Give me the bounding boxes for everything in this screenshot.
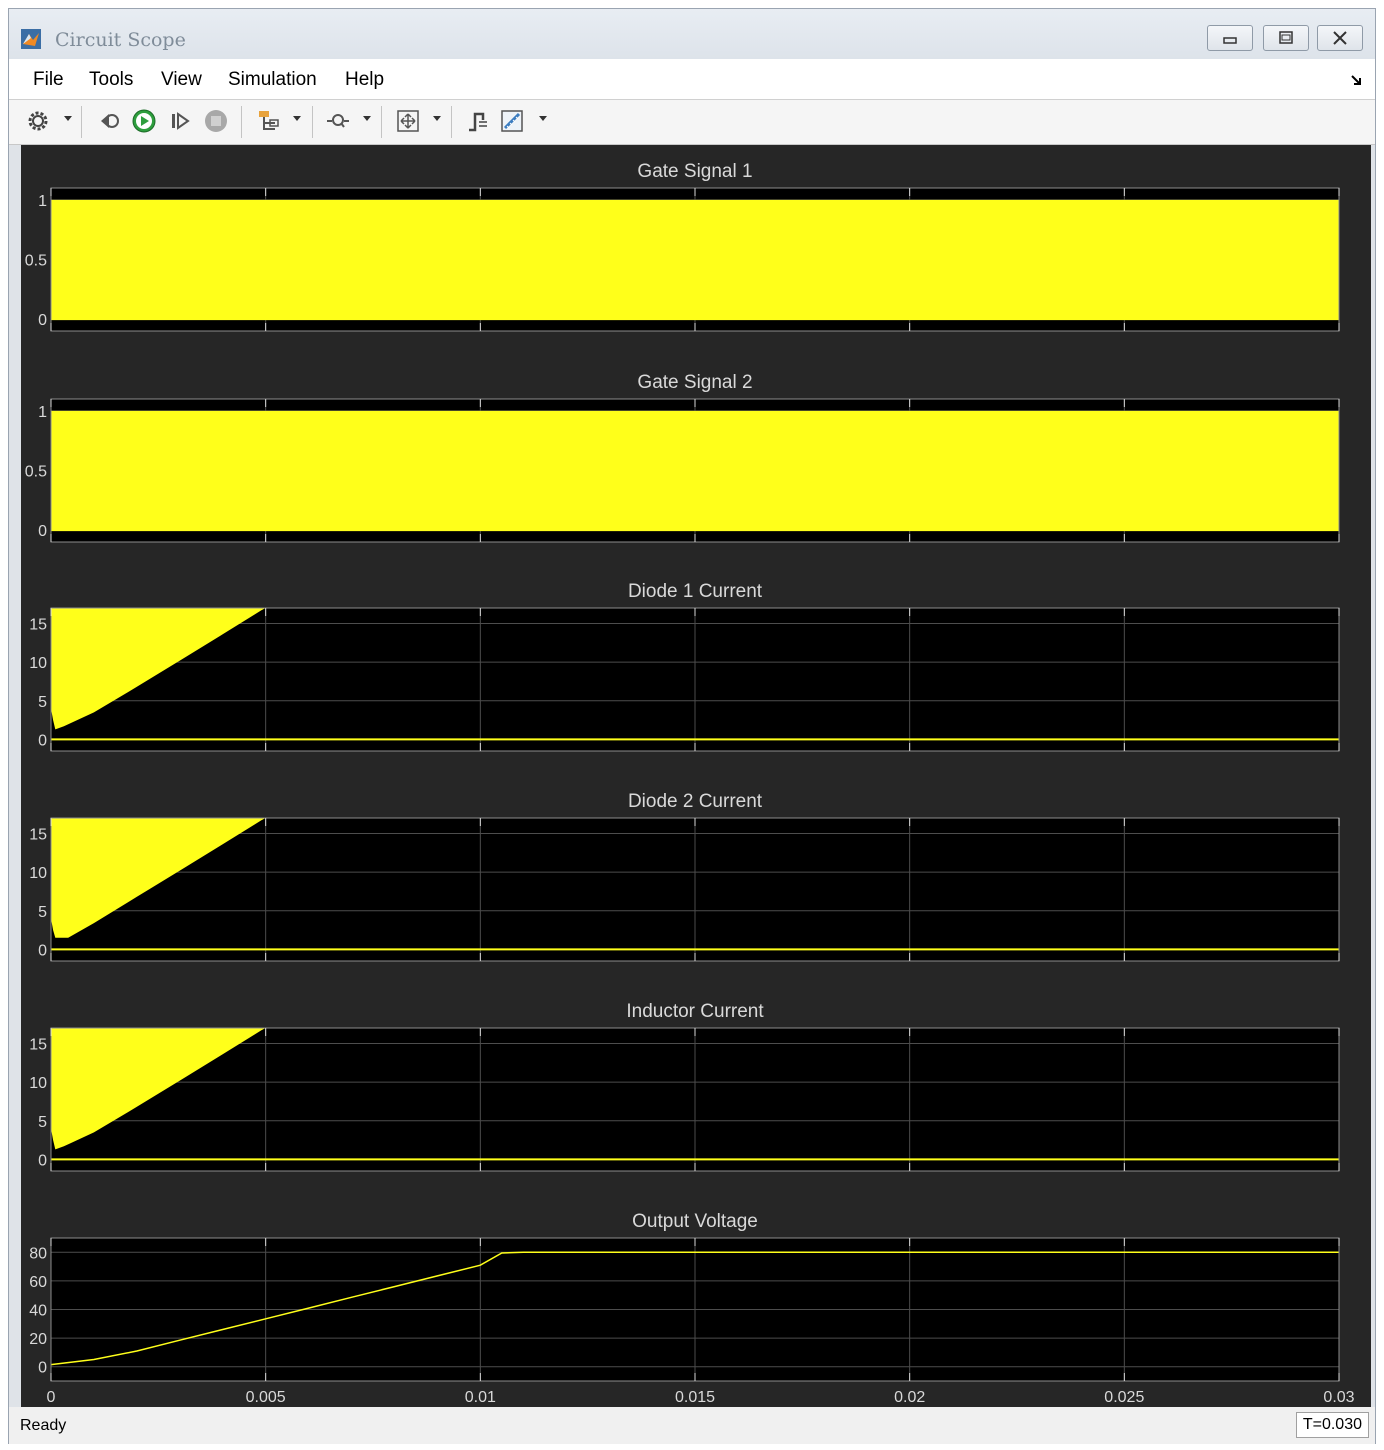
plot-4-ytick-label: 15 [29, 826, 47, 843]
plot-4-ytick-label: 5 [38, 904, 47, 921]
plot-6-xtick-label: 0.015 [675, 1389, 715, 1406]
plot-1-ytick-label: 0.5 [25, 253, 47, 270]
plot-1-series-1-band [51, 199, 1339, 320]
plot-5: Inductor Current 0 5 10 15 [29, 1001, 1340, 1172]
plot-2: Gate Signal 2 0 0.5 1 [25, 372, 1340, 543]
plot-4-title: Diode 2 Current [628, 791, 763, 812]
measurements-icon[interactable] [499, 108, 525, 134]
status-text: Ready [20, 1417, 67, 1434]
minimize-icon [1223, 37, 1237, 44]
plot-6-ytick-label: 0 [38, 1360, 47, 1377]
plot-5-title: Inductor Current [626, 1001, 764, 1022]
plot-1: Gate Signal 1 0 0.5 1 [25, 161, 1340, 332]
plot-2-series-1-band [51, 410, 1339, 531]
toolbar [9, 100, 1375, 145]
simulation-time-readout: T=0.030 [1295, 1412, 1369, 1438]
status-bar: Ready T=0.030 [9, 1407, 1375, 1444]
gear-dropdown-arrow[interactable] [64, 116, 72, 121]
plot-3-ytick-label: 0 [38, 732, 47, 749]
stop-icon[interactable] [203, 108, 229, 134]
plot-5-ytick-label: 0 [38, 1152, 47, 1169]
plot-3: Diode 1 Current 0 5 10 15 [29, 581, 1340, 752]
plot-6-ytick-label: 20 [29, 1331, 47, 1348]
plot-6-xtick-label: 0.03 [1323, 1389, 1354, 1406]
signal-select-icon[interactable] [255, 108, 281, 134]
plot-6-title: Output Voltage [632, 1211, 758, 1232]
plot-6-xtick-label: 0.02 [894, 1389, 925, 1406]
menu-file[interactable]: File [33, 69, 64, 91]
matlab-app-icon [21, 29, 41, 49]
close-icon [1333, 31, 1347, 45]
plot-6-xtick-label: 0 [47, 1389, 56, 1406]
maximize-icon [1279, 31, 1293, 44]
plot-3-title: Diode 1 Current [628, 581, 763, 602]
run-icon[interactable] [131, 108, 157, 134]
plot-2-ytick-label: 0 [38, 523, 47, 540]
scope-display: Gate Signal 1 0 0.5 1 Gate Signal 2 0 0.5 1 Diod… [21, 145, 1371, 1407]
plot-1-title: Gate Signal 1 [637, 161, 752, 182]
plot-2-title: Gate Signal 2 [637, 372, 752, 393]
plot-4-ytick-label: 0 [38, 942, 47, 959]
menu-simulation[interactable]: Simulation [228, 69, 317, 91]
plot-1-ytick-label: 0 [38, 312, 47, 329]
plot-3-ytick-label: 10 [29, 655, 47, 672]
maximize-button[interactable] [1263, 25, 1309, 51]
toolbar-separator [312, 106, 313, 138]
plot-6-ytick-label: 80 [29, 1245, 47, 1262]
toolbar-separator [81, 106, 82, 138]
undock-arrow-icon[interactable] [1349, 73, 1363, 87]
step-back-icon[interactable] [95, 108, 121, 134]
autoscale-dropdown[interactable] [433, 116, 441, 121]
toolbar-separator [451, 106, 452, 138]
plot-3-ytick-label: 5 [38, 694, 47, 711]
plot-6-xtick-label: 0.005 [246, 1389, 286, 1406]
scope-axes[interactable]: Gate Signal 1 0 0.5 1 Gate Signal 2 0 0.5 1 Diod… [21, 145, 1371, 1407]
plot-6: Output Voltage 0 20 40 60 80 0 0.005 0.01 0.015 0.… [29, 1211, 1354, 1406]
plot-5-ytick-label: 5 [38, 1114, 47, 1131]
plot-6-xtick-label: 0.025 [1104, 1389, 1144, 1406]
autoscale-icon[interactable] [395, 108, 421, 134]
plot-4-ytick-label: 10 [29, 865, 47, 882]
gear-icon[interactable] [25, 108, 51, 134]
menu-bar: File Tools View Simulation Help [9, 59, 1375, 100]
signal-select-dropdown[interactable] [293, 116, 301, 121]
plot-6-ytick-label: 40 [29, 1303, 47, 1320]
plot-2-ytick-label: 0.5 [25, 464, 47, 481]
zoom-icon[interactable] [325, 108, 351, 134]
menu-tools[interactable]: Tools [89, 69, 133, 91]
circuit-scope-window: Circuit Scope File Tools View Simulation… [8, 8, 1376, 1444]
triggers-icon[interactable] [465, 108, 491, 134]
toolbar-separator [241, 106, 242, 138]
window-title: Circuit Scope [55, 29, 186, 51]
zoom-dropdown[interactable] [363, 116, 371, 121]
minimize-button[interactable] [1207, 25, 1253, 51]
plot-2-ytick-label: 1 [38, 404, 47, 421]
close-button[interactable] [1317, 25, 1363, 51]
plot-6-xtick-label: 0.01 [465, 1389, 496, 1406]
plot-5-ytick-label: 15 [29, 1036, 47, 1053]
menu-help[interactable]: Help [345, 69, 384, 91]
title-bar[interactable]: Circuit Scope [9, 9, 1375, 59]
measurements-dropdown[interactable] [539, 116, 547, 121]
menu-view[interactable]: View [161, 69, 202, 91]
plot-4: Diode 2 Current 0 5 10 15 [29, 791, 1340, 962]
plot-3-ytick-label: 15 [29, 616, 47, 633]
plot-5-ytick-label: 10 [29, 1075, 47, 1092]
plot-6-ytick-label: 60 [29, 1274, 47, 1291]
plot-1-ytick-label: 1 [38, 193, 47, 210]
step-forward-icon[interactable] [167, 108, 193, 134]
toolbar-separator [381, 106, 382, 138]
